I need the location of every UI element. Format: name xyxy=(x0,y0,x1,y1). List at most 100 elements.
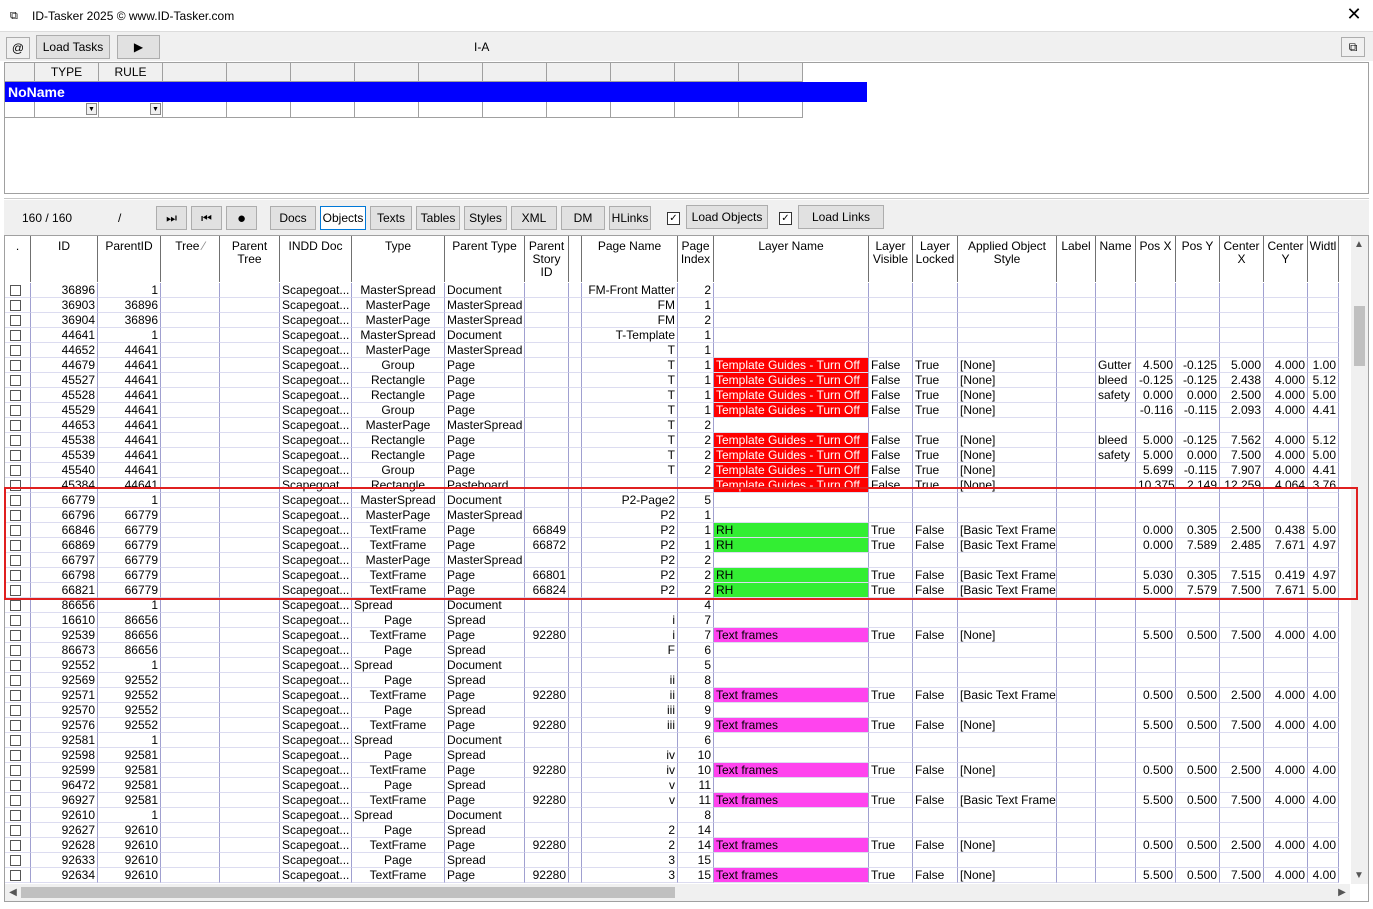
table-cell[interactable]: 2 xyxy=(678,463,714,478)
table-cell[interactable]: Spread xyxy=(352,733,445,748)
table-cell[interactable]: 92628 xyxy=(31,838,98,853)
rule-cell[interactable] xyxy=(355,102,419,118)
row-checkbox[interactable] xyxy=(10,825,21,836)
table-cell[interactable]: Page xyxy=(445,433,525,448)
table-cell[interactable] xyxy=(714,658,869,673)
table-cell[interactable] xyxy=(1176,418,1220,433)
row-checkbox[interactable] xyxy=(10,300,21,311)
table-cell[interactable] xyxy=(714,298,869,313)
table-cell[interactable] xyxy=(1136,328,1176,343)
table-cell[interactable]: 6 xyxy=(678,643,714,658)
table-cell[interactable] xyxy=(569,463,582,478)
row-select-cell[interactable] xyxy=(5,493,31,508)
table-cell[interactable]: [None] xyxy=(958,358,1057,373)
table-cell[interactable]: 2 xyxy=(678,553,714,568)
table-cell[interactable] xyxy=(913,748,958,763)
table-cell[interactable]: MasterSpread xyxy=(445,313,525,328)
table-cell[interactable]: Document xyxy=(445,733,525,748)
table-cell[interactable] xyxy=(913,613,958,628)
table-cell[interactable]: ii xyxy=(582,673,678,688)
table-cell[interactable]: 92610 xyxy=(98,838,161,853)
table-cell[interactable]: 1 xyxy=(98,733,161,748)
table-cell[interactable] xyxy=(1096,808,1136,823)
table-cell[interactable] xyxy=(1220,493,1264,508)
table-cell[interactable]: 0.000 xyxy=(1176,388,1220,403)
row-select-cell[interactable] xyxy=(5,418,31,433)
table-cell[interactable]: 92280 xyxy=(525,793,569,808)
table-cell[interactable]: F xyxy=(582,643,678,658)
rule-column-header[interactable]: TYPE xyxy=(35,63,99,82)
table-cell[interactable]: 4.000 xyxy=(1264,403,1308,418)
table-cell[interactable]: 45538 xyxy=(31,433,98,448)
table-cell[interactable]: P2 xyxy=(582,538,678,553)
table-cell[interactable] xyxy=(1136,298,1176,313)
table-cell[interactable] xyxy=(161,628,220,643)
table-cell[interactable]: False xyxy=(913,628,958,643)
table-cell[interactable]: 36896 xyxy=(98,298,161,313)
table-cell[interactable]: 7 xyxy=(678,628,714,643)
table-cell[interactable]: Scapegoat... xyxy=(280,493,352,508)
table-cell[interactable]: P2 xyxy=(582,523,678,538)
table-cell[interactable] xyxy=(161,688,220,703)
table-cell[interactable]: 66798 xyxy=(31,568,98,583)
table-cell[interactable] xyxy=(569,628,582,643)
row-select-cell[interactable] xyxy=(5,673,31,688)
table-cell[interactable]: Group xyxy=(352,358,445,373)
row-checkbox[interactable] xyxy=(10,585,21,596)
table-cell[interactable]: True xyxy=(869,523,913,538)
table-row[interactable]: 96472 92581 Scapegoat... Page Spread v 11 xyxy=(5,778,1350,793)
table-row[interactable]: 36904 36896 Scapegoat... MasterPage MasterSp… xyxy=(5,313,1350,328)
table-cell[interactable]: 2.500 xyxy=(1220,688,1264,703)
table-cell[interactable]: 1 xyxy=(98,598,161,613)
table-cell[interactable]: 92610 xyxy=(31,808,98,823)
table-cell[interactable] xyxy=(1057,763,1096,778)
table-cell[interactable] xyxy=(220,298,280,313)
table-cell[interactable] xyxy=(1096,313,1136,328)
table-cell[interactable]: MasterPage xyxy=(352,553,445,568)
column-header[interactable]: INDD Doc xyxy=(280,236,352,282)
table-cell[interactable] xyxy=(913,508,958,523)
table-cell[interactable]: 2 xyxy=(582,823,678,838)
table-cell[interactable]: Scapegoat... xyxy=(280,448,352,463)
row-checkbox[interactable] xyxy=(10,345,21,356)
table-cell[interactable] xyxy=(220,838,280,853)
table-cell[interactable]: iii xyxy=(582,703,678,718)
table-cell[interactable]: 92539 xyxy=(31,628,98,643)
table-cell[interactable] xyxy=(569,808,582,823)
column-header[interactable]: Pos Y xyxy=(1176,236,1220,282)
table-cell[interactable]: 1 xyxy=(678,343,714,358)
table-cell[interactable]: ii xyxy=(582,688,678,703)
table-cell[interactable] xyxy=(1057,538,1096,553)
table-cell[interactable]: 92552 xyxy=(98,703,161,718)
table-cell[interactable] xyxy=(161,463,220,478)
table-cell[interactable] xyxy=(1176,703,1220,718)
table-cell[interactable] xyxy=(1264,343,1308,358)
table-cell[interactable]: 4.000 xyxy=(1264,838,1308,853)
table-row[interactable]: 44653 44641 Scapegoat... MasterPage MasterSp… xyxy=(5,418,1350,433)
rule-cell[interactable] xyxy=(483,102,547,118)
table-cell[interactable] xyxy=(1057,808,1096,823)
table-cell[interactable] xyxy=(525,553,569,568)
load-tasks-button[interactable]: Load Tasks xyxy=(36,35,110,59)
table-cell[interactable] xyxy=(161,733,220,748)
table-cell[interactable]: 2 xyxy=(678,313,714,328)
table-cell[interactable]: [Basic Text Frame] xyxy=(958,583,1057,598)
table-cell[interactable] xyxy=(525,808,569,823)
table-cell[interactable]: Page xyxy=(445,718,525,733)
row-select-cell[interactable] xyxy=(5,523,31,538)
table-cell[interactable] xyxy=(1220,598,1264,613)
table-cell[interactable]: Scapegoat... xyxy=(280,373,352,388)
table-cell[interactable]: 86673 xyxy=(31,643,98,658)
table-cell[interactable] xyxy=(1057,553,1096,568)
table-cell[interactable] xyxy=(1264,703,1308,718)
table-cell[interactable] xyxy=(569,688,582,703)
table-cell[interactable]: T xyxy=(582,343,678,358)
table-cell[interactable] xyxy=(569,358,582,373)
row-checkbox[interactable] xyxy=(10,810,21,821)
table-cell[interactable] xyxy=(161,748,220,763)
table-cell[interactable]: Spread xyxy=(445,823,525,838)
column-header[interactable]: ParentID xyxy=(98,236,161,282)
table-row[interactable]: 92569 92552 Scapegoat... Page Spread ii 8 xyxy=(5,673,1350,688)
table-cell[interactable] xyxy=(220,553,280,568)
table-cell[interactable] xyxy=(1136,613,1176,628)
